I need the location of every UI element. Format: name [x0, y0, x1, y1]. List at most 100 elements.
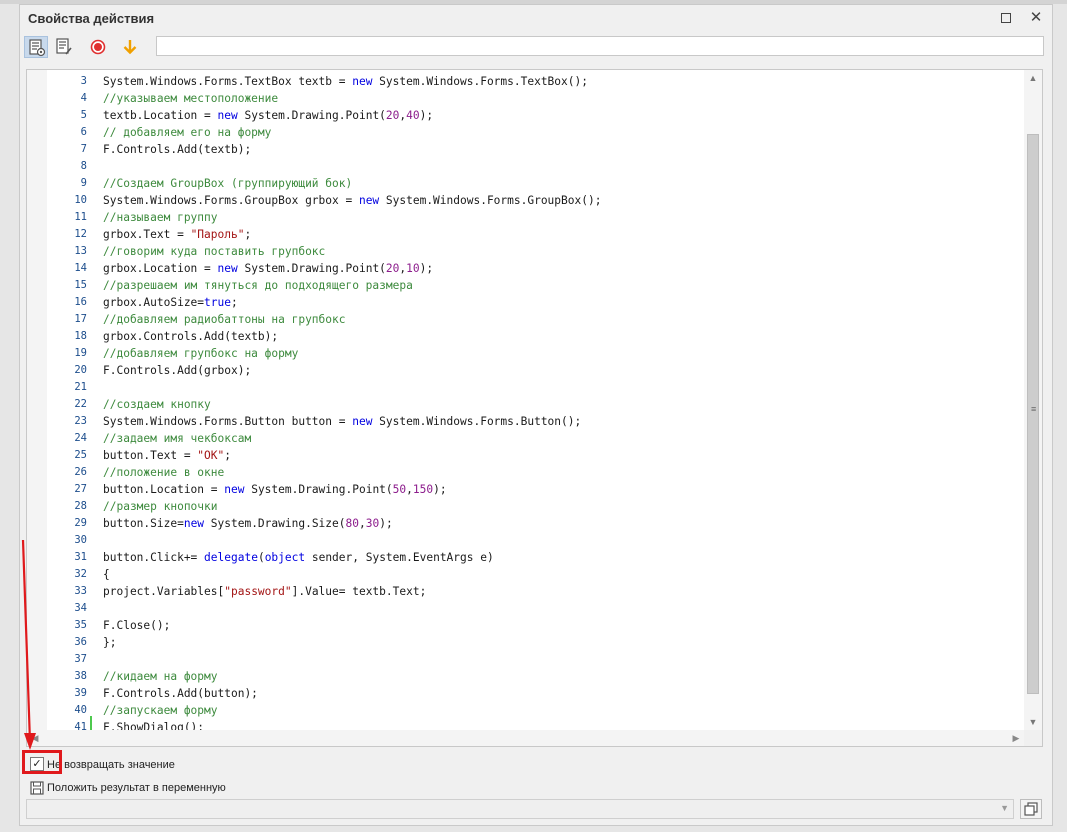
code-line: 30 [27, 532, 1022, 549]
line-number: 28 [74, 500, 87, 512]
line-number: 5 [80, 109, 87, 121]
code-format-button[interactable] [52, 36, 76, 58]
code-line: 34 [27, 600, 1022, 617]
code-text: button.Size=new System.Drawing.Size(80,3… [103, 515, 393, 532]
code-text: grbox.AutoSize=true; [103, 294, 238, 311]
code-token: , [358, 517, 366, 530]
line-number: 8 [80, 160, 87, 172]
scroll-down-icon[interactable]: ▼ [1028, 715, 1038, 729]
window-title: Свойства действия [28, 11, 155, 26]
code-line: 3 System.Windows.Forms.TextBox textb = ne… [27, 73, 1022, 90]
vertical-scrollbar[interactable]: ▲ ≡ ▼ [1024, 70, 1042, 730]
close-button[interactable]: ✕ [1024, 8, 1048, 28]
code-token: ); [419, 262, 434, 275]
code-text: F.Close(); [103, 617, 170, 634]
line-number: 25 [74, 449, 87, 461]
step-down-button[interactable] [118, 36, 142, 58]
code-text: //называем группу [103, 209, 218, 226]
code-token: ); [379, 517, 393, 530]
code-token: System.Windows.Forms.GroupBox(); [379, 194, 602, 207]
code-text: //размер кнопочки [103, 498, 218, 515]
scroll-up-icon[interactable]: ▲ [1028, 71, 1038, 85]
code-text: grbox.Controls.Add(textb); [103, 328, 278, 345]
code-token: ; [224, 449, 231, 462]
line-number: 24 [74, 432, 87, 444]
code-token: //запускаем форму [103, 704, 218, 717]
code-edit-button[interactable] [24, 36, 48, 58]
code-line: 13 //говорим куда поставить групбокс [27, 243, 1022, 260]
line-number: 13 [74, 245, 87, 257]
no-return-label: Не возвращать значение [47, 759, 175, 771]
line-number: 41 [74, 721, 87, 730]
horizontal-scrollbar[interactable]: ◀ ▶ [27, 730, 1024, 746]
code-text: //положение в окне [103, 464, 224, 481]
code-token: //размер кнопочки [103, 500, 218, 513]
code-token: 30 [365, 517, 380, 530]
code-text-area[interactable]: 3 System.Windows.Forms.TextBox textb = ne… [27, 73, 1022, 730]
code-line: 6 // добавляем его на форму [27, 124, 1022, 141]
code-token: 40 [406, 109, 420, 122]
result-variable-dropdown[interactable]: ▼ [26, 799, 1014, 819]
line-number: 26 [74, 466, 87, 478]
code-token: ; [244, 228, 252, 241]
scroll-left-icon[interactable]: ◀ [29, 731, 41, 745]
scroll-right-icon[interactable]: ▶ [1010, 731, 1022, 745]
code-token: ].Value= textb.Text; [291, 585, 427, 598]
code-line: 22 //создаем кнопку [27, 396, 1022, 413]
line-number: 31 [74, 551, 87, 563]
code-line: 31 button.Click+= delegate(object sender,… [27, 549, 1022, 566]
record-icon [90, 39, 106, 55]
code-line: 27 button.Location = new System.Drawing.P… [27, 481, 1022, 498]
line-number: 30 [74, 534, 87, 546]
code-token: true [204, 296, 231, 309]
close-icon: ✕ [1029, 9, 1043, 26]
line-number: 38 [74, 670, 87, 682]
code-token: ( [257, 551, 265, 564]
code-line: 26 //положение в окне [27, 464, 1022, 481]
maximize-button[interactable] [994, 8, 1018, 28]
code-text: //добавляем групбокс на форму [103, 345, 298, 362]
line-number: 23 [74, 415, 87, 427]
code-line: 16 grbox.AutoSize=true; [27, 294, 1022, 311]
code-token: // добавляем его на форму [103, 126, 272, 139]
code-token: , [406, 483, 413, 496]
code-token: new [217, 109, 238, 122]
code-token: ; [231, 296, 238, 309]
code-line: 40 //запускаем форму [27, 702, 1022, 719]
code-token: new [217, 262, 238, 275]
code-line: 19 //добавляем групбокс на форму [27, 345, 1022, 362]
code-token: //добавляем радиобаттоны на групбокс [103, 313, 346, 326]
code-line: 38 //кидаем на форму [27, 668, 1022, 685]
code-text: F.Controls.Add(button); [103, 685, 258, 702]
code-editor[interactable]: 3 System.Windows.Forms.TextBox textb = ne… [26, 69, 1043, 747]
line-number: 20 [74, 364, 87, 376]
code-text: // добавляем его на форму [103, 124, 271, 141]
toolbar-text-field[interactable] [156, 36, 1044, 56]
line-number: 18 [74, 330, 87, 342]
line-number: 16 [74, 296, 87, 308]
copy-button[interactable] [1020, 799, 1042, 819]
code-token: //создаем кнопку [103, 398, 211, 411]
code-token: 20 [385, 262, 400, 275]
toolbar [24, 33, 1048, 61]
code-line: 10 System.Windows.Forms.GroupBox grbox = … [27, 192, 1022, 209]
code-line: 29 button.Size=new System.Drawing.Size(80… [27, 515, 1022, 532]
code-token: F.Controls.Add(grbox); [103, 364, 252, 377]
line-number: 14 [74, 262, 87, 274]
code-token: //разрешаем им тянуться до подходящего р… [103, 279, 413, 292]
line-number: 4 [80, 92, 87, 104]
code-text: //создаем кнопку [103, 396, 211, 413]
code-token: 80 [345, 517, 359, 530]
action-properties-window: Свойства действия ✕ 3 System.Windows.For… [19, 4, 1053, 826]
record-button[interactable] [86, 36, 110, 58]
code-token: F.ShowDialog(); [103, 721, 205, 730]
code-token: grbox.Text = [103, 228, 191, 241]
code-token: project.Variables[ [103, 585, 225, 598]
code-token: "OK" [197, 449, 225, 462]
code-token: { [103, 568, 110, 581]
line-number: 11 [74, 211, 87, 223]
vertical-scroll-thumb[interactable]: ≡ [1027, 134, 1039, 694]
chevron-down-icon[interactable]: ▼ [1000, 803, 1009, 813]
code-token: System.Drawing.Point( [237, 262, 386, 275]
code-line: 36}; [27, 634, 1022, 651]
